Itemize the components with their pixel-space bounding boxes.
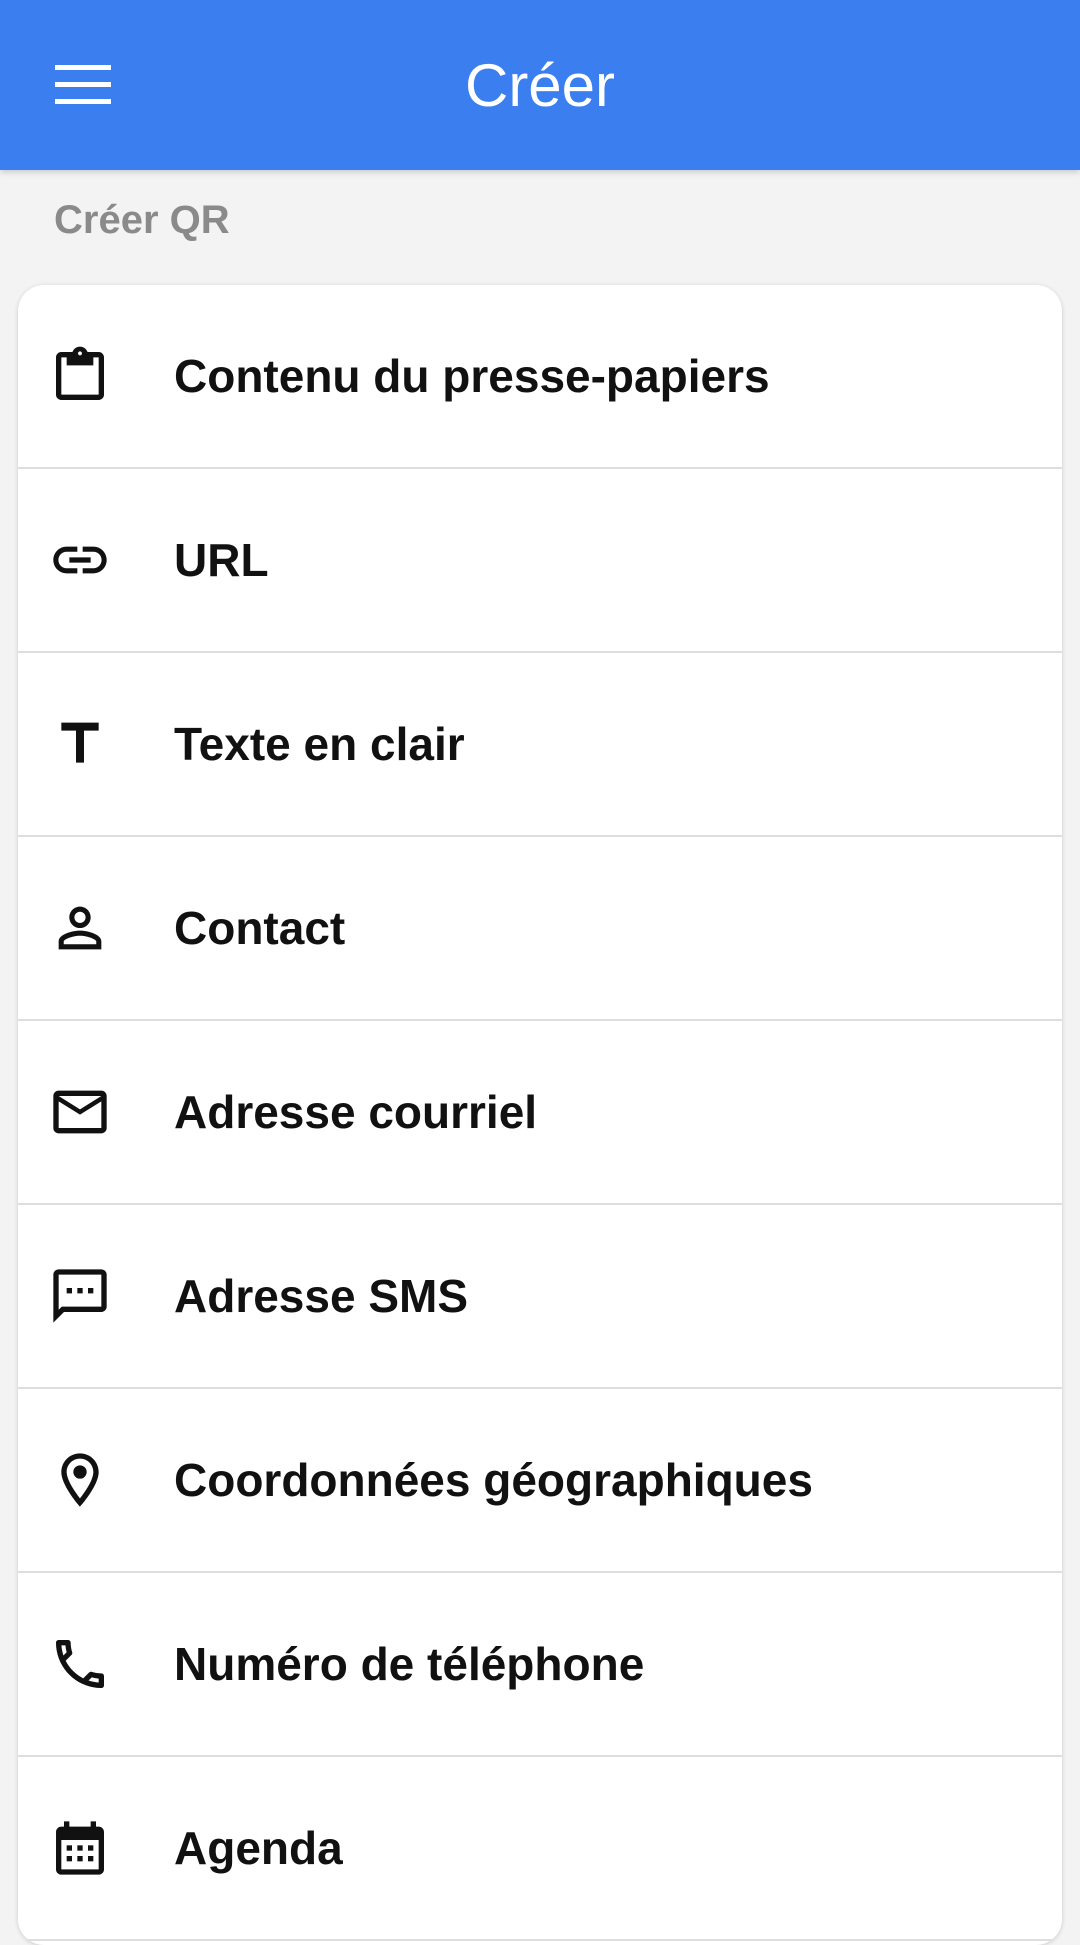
list-item-label: Adresse SMS <box>174 1270 469 1322</box>
phone-icon <box>48 1632 112 1696</box>
list-item-url[interactable]: URL <box>18 469 1062 653</box>
page-title: Créer <box>464 52 616 119</box>
list-item-label: Agenda <box>174 1822 343 1874</box>
create-options-card: Contenu du presse-papiers URL Texte en c… <box>18 285 1062 1945</box>
list-item-sms[interactable]: Adresse SMS <box>18 1205 1062 1389</box>
list-item-label: Contenu du presse-papiers <box>174 350 770 402</box>
list-item-phone[interactable]: Numéro de téléphone <box>18 1573 1062 1757</box>
list-item-label: Adresse courriel <box>174 1086 538 1138</box>
list-item-label: Numéro de téléphone <box>174 1638 645 1690</box>
list-item-label: Texte en clair <box>174 718 465 770</box>
create-options-list: Contenu du presse-papiers URL Texte en c… <box>18 285 1062 1941</box>
list-item-geo[interactable]: Coordonnées géographiques <box>18 1389 1062 1573</box>
app-bar: Créer <box>0 0 1080 170</box>
list-item-email[interactable]: Adresse courriel <box>18 1021 1062 1205</box>
sms-icon <box>48 1264 112 1328</box>
list-item-label: Coordonnées géographiques <box>174 1454 813 1506</box>
calendar-icon <box>48 1816 112 1880</box>
clipboard-icon <box>48 344 112 408</box>
person-icon <box>48 896 112 960</box>
list-item-contact[interactable]: Contact <box>18 837 1062 1021</box>
text-icon <box>48 712 112 776</box>
list-item-calendar[interactable]: Agenda <box>18 1757 1062 1941</box>
list-item-label: URL <box>174 534 269 586</box>
link-icon <box>48 528 112 592</box>
email-icon <box>48 1080 112 1144</box>
location-pin-icon <box>48 1448 112 1512</box>
list-item-label: Contact <box>174 902 346 954</box>
list-item-text[interactable]: Texte en clair <box>18 653 1062 837</box>
section-header: Créer QR <box>54 198 230 242</box>
list-item-clipboard[interactable]: Contenu du presse-papiers <box>18 285 1062 469</box>
